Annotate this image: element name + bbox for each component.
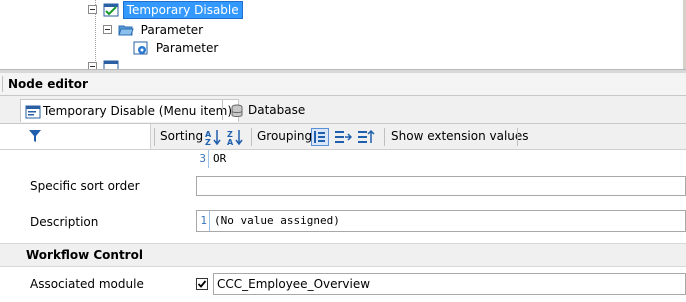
svg-text:A: A xyxy=(227,138,234,146)
description-label: Description xyxy=(30,215,99,229)
tree-node-parameter-folder[interactable]: Parameter xyxy=(103,21,206,39)
description-value: (No value assigned) xyxy=(214,214,340,227)
node-editor-header: Node editor xyxy=(0,73,686,96)
filter-area[interactable] xyxy=(0,124,151,149)
expand-icon[interactable] xyxy=(88,62,97,69)
group-collapse-icon[interactable] xyxy=(357,128,375,146)
associated-module-checkbox[interactable] xyxy=(196,278,208,290)
line-number: 3 xyxy=(196,150,209,168)
tree-node-label: Parameter xyxy=(140,23,204,37)
toolbar-separator xyxy=(517,128,518,146)
header-divider xyxy=(2,76,3,92)
tree-node-label: Temporary Disable xyxy=(122,1,243,19)
tab-menu-item[interactable]: Temporary Disable (Menu item) xyxy=(20,99,240,122)
show-extension-values-button[interactable]: Show extension values xyxy=(391,129,529,143)
tab-database[interactable]: Database xyxy=(226,99,311,121)
tree-node-parameter[interactable]: Parameter xyxy=(133,39,221,57)
tree-node-next[interactable] xyxy=(88,58,119,69)
associated-module-input[interactable]: CCC_Employee_Overview xyxy=(213,273,686,295)
editor-toolbar: Sorting A Z Z A Grouping Show extension … xyxy=(0,124,686,150)
tree-view[interactable]: Temporary Disable Parameter Parameter xyxy=(0,0,686,69)
toolbar-separator xyxy=(154,128,155,146)
workflow-control-section: Workflow Control xyxy=(0,243,686,267)
tab-separator xyxy=(222,100,223,120)
tree-node-label: Parameter xyxy=(155,41,219,55)
condition-code-editor[interactable]: 3 OR xyxy=(196,150,686,168)
menu-item-icon xyxy=(25,104,41,120)
specific-sort-order-input[interactable] xyxy=(196,176,686,196)
collapse-icon[interactable] xyxy=(103,25,112,34)
description-editor[interactable]: 1 (No value assigned) xyxy=(196,210,686,232)
toolbar-separator xyxy=(251,128,252,146)
tab-label: Temporary Disable (Menu item) xyxy=(43,104,233,118)
section-title: Workflow Control xyxy=(26,248,143,262)
tree-node-temporary-disable[interactable]: Temporary Disable xyxy=(88,1,243,19)
open-folder-icon xyxy=(118,22,134,38)
sort-ascending-icon[interactable]: A Z xyxy=(204,128,222,147)
editor-tabs: Temporary Disable (Menu item) Database xyxy=(0,96,686,124)
collapse-icon[interactable] xyxy=(88,5,97,14)
sort-descending-icon[interactable]: Z A xyxy=(226,128,244,147)
associated-module-label: Associated module xyxy=(30,277,144,291)
group-expand-icon[interactable] xyxy=(334,128,353,146)
associated-module-value: CCC_Employee_Overview xyxy=(217,277,371,291)
line-number: 1 xyxy=(197,211,210,231)
specific-sort-order-label: Specific sort order xyxy=(30,179,140,193)
checkmark-icon xyxy=(197,280,207,288)
toolbar-separator xyxy=(384,128,385,146)
group-by-category-icon[interactable] xyxy=(311,128,329,146)
code-text: OR xyxy=(213,152,227,165)
grouping-label: Grouping xyxy=(257,129,313,143)
node-editor-title: Node editor xyxy=(8,77,88,91)
menu-item-check-icon xyxy=(103,2,119,18)
sorting-label: Sorting xyxy=(160,129,204,143)
filter-icon[interactable] xyxy=(28,129,42,146)
parameter-gear-icon xyxy=(133,40,149,56)
database-icon xyxy=(229,103,245,119)
menu-item-icon xyxy=(103,59,119,69)
tab-label: Database xyxy=(248,103,306,117)
svg-text:Z: Z xyxy=(205,138,211,146)
